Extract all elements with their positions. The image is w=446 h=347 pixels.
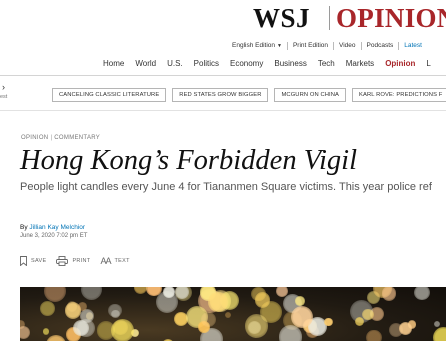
nav-item-economy[interactable]: Economy: [230, 59, 263, 68]
latest-link[interactable]: Latest: [404, 42, 422, 49]
printer-icon: [56, 256, 69, 266]
bokeh-light: [254, 292, 271, 308]
bokeh-light: [317, 340, 327, 341]
bokeh-light: [42, 328, 50, 335]
nav-item-business[interactable]: Business: [274, 59, 306, 68]
bokeh-light: [414, 287, 430, 301]
bokeh-light: [39, 300, 55, 316]
bokeh-light: [161, 339, 174, 341]
topic-button[interactable]: KARL ROVE: PREDICTIONS F: [352, 88, 446, 102]
topic-button[interactable]: RED STATES GROW BIGGER: [172, 88, 269, 102]
publish-date: June 3, 2020 7:02 pm ET: [20, 233, 88, 239]
edition-bar: English Edition ▼ Print Edition Video Pod…: [232, 40, 422, 51]
article-headline: Hong Kong’s Forbidden Vigil: [20, 145, 357, 176]
nav-item-us[interactable]: U.S.: [167, 59, 183, 68]
print-button[interactable]: PRINT: [56, 256, 90, 266]
topic-divider: [0, 110, 446, 111]
bokeh-light: [381, 287, 396, 301]
bokeh-light: [354, 316, 364, 326]
side-label: est: [0, 94, 8, 100]
article-tools: SAVE PRINT AA TEXT: [20, 256, 140, 266]
save-label: SAVE: [31, 258, 47, 264]
bokeh-light: [433, 327, 446, 341]
bokeh-light: [201, 312, 217, 328]
edition-label: English Edition: [232, 42, 275, 49]
edition-selector[interactable]: English Edition ▼: [232, 42, 282, 49]
topic-button[interactable]: MCGURN ON CHINA: [274, 88, 347, 102]
bokeh-light: [399, 321, 413, 335]
bokeh-light: [108, 303, 122, 318]
nav-divider: [0, 75, 446, 76]
print-label: PRINT: [72, 258, 91, 264]
bokeh-light: [45, 335, 66, 341]
article-kicker: OPINION | COMMENTARY: [21, 135, 100, 141]
save-button[interactable]: SAVE: [20, 256, 46, 266]
candle-bokeh-image: [20, 287, 446, 341]
caret-down-icon: ▼: [277, 43, 282, 49]
bokeh-light: [78, 302, 87, 312]
bokeh-light: [433, 321, 440, 328]
bokeh-light: [224, 311, 231, 318]
text-label: TEXT: [114, 258, 130, 264]
author-link[interactable]: Jillian Kay Melchior: [29, 224, 85, 231]
page-edge: [0, 342, 446, 347]
divider: [360, 41, 362, 50]
topic-strip: CANCELING CLASSIC LITERATURE RED STATES …: [52, 88, 446, 102]
kicker-type[interactable]: COMMENTARY: [54, 135, 100, 141]
logo-divider: [329, 6, 330, 30]
bookmark-icon: [20, 256, 27, 266]
bokeh-light: [362, 308, 374, 321]
bokeh-light: [295, 296, 305, 306]
nav-item-world[interactable]: World: [135, 59, 156, 68]
kicker-separator: |: [50, 135, 53, 141]
nav-item-life[interactable]: L: [426, 59, 430, 68]
opinion-logo[interactable]: OPINION: [336, 4, 446, 32]
print-edition-link[interactable]: Print Edition: [293, 42, 328, 49]
byline: By Jillian Kay Melchior: [20, 224, 85, 231]
bokeh-light: [208, 292, 228, 312]
nav-item-opinion[interactable]: Opinion: [385, 59, 415, 68]
text-size-button[interactable]: AA TEXT: [100, 256, 129, 266]
nav-item-home[interactable]: Home: [103, 59, 124, 68]
video-link[interactable]: Video: [339, 42, 356, 49]
bokeh-light: [244, 314, 269, 338]
bokeh-light: [20, 325, 31, 340]
scroll-left-arrow-icon[interactable]: ›: [2, 82, 5, 92]
divider: [286, 41, 288, 50]
bokeh-light: [324, 318, 333, 327]
wsj-logo[interactable]: WSJ: [253, 4, 310, 32]
bokeh-light: [110, 318, 134, 341]
bokeh-light: [66, 301, 78, 312]
bokeh-light: [276, 287, 288, 297]
article-dek: People light candles every June 4 for Ti…: [20, 181, 432, 193]
kicker-section[interactable]: OPINION: [21, 135, 48, 141]
divider: [398, 41, 400, 50]
main-nav: Home World U.S. Politics Economy Busines…: [103, 57, 442, 69]
bokeh-light: [134, 287, 148, 294]
divider: [333, 41, 334, 50]
nav-item-tech[interactable]: Tech: [318, 59, 335, 68]
nav-item-politics[interactable]: Politics: [194, 59, 219, 68]
bokeh-light: [81, 287, 103, 300]
podcasts-link[interactable]: Podcasts: [367, 42, 394, 49]
bokeh-light: [44, 287, 67, 303]
nav-item-markets[interactable]: Markets: [346, 59, 374, 68]
topic-button[interactable]: CANCELING CLASSIC LITERATURE: [52, 88, 167, 102]
bokeh-light: [366, 329, 382, 341]
byline-prefix: By: [20, 224, 28, 231]
text-size-icon: AA: [100, 256, 111, 266]
masthead: WSJ OPINION: [0, 0, 446, 32]
